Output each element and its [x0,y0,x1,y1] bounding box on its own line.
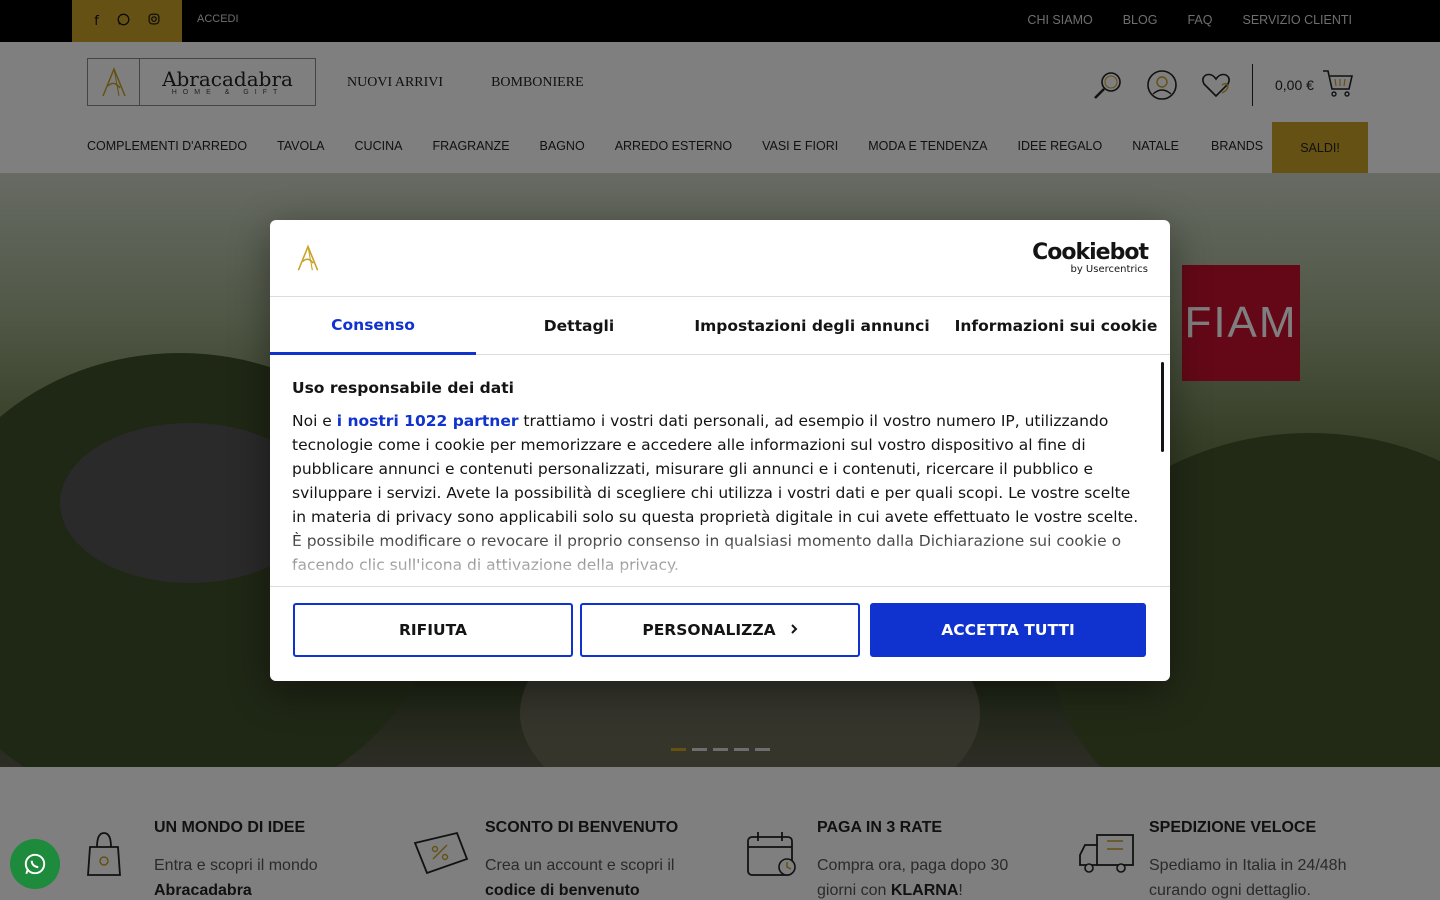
accept-all-button[interactable]: ACCETTA TUTTI [870,603,1146,657]
text-fade [270,527,1160,587]
cookie-consent-dialog: Cookiebot by Usercentrics Consenso Detta… [270,220,1170,681]
tab-about-cookies[interactable]: Informazioni sui cookie [942,297,1170,355]
dialog-heading: Uso responsabile dei dati [292,379,514,397]
cookiebot-logo[interactable]: Cookiebot by Usercentrics [1032,240,1149,276]
abracadabra-logo-icon [294,244,322,279]
dialog-header: Cookiebot by Usercentrics [270,220,1170,297]
tab-details[interactable]: Dettagli [476,297,682,355]
customize-button[interactable]: PERSONALIZZA [580,603,860,657]
whatsapp-icon [24,853,46,875]
chevron-right-icon [790,621,798,639]
dialog-tabs: Consenso Dettagli Impostazioni degli ann… [270,297,1170,355]
dialog-body[interactable]: Uso responsabile dei dati Noi e i nostri… [270,356,1170,587]
tab-consent[interactable]: Consenso [270,297,476,355]
partners-link[interactable]: i nostri 1022 partner [337,412,519,430]
cookiebot-name: Cookiebot [1032,240,1149,265]
dialog-scrollbar[interactable] [1161,362,1164,452]
whatsapp-chat-button[interactable] [10,839,60,889]
customize-label: PERSONALIZZA [642,621,776,639]
cookiebot-subtitle: by Usercentrics [1070,264,1148,275]
tab-ad-settings[interactable]: Impostazioni degli annunci [682,297,942,355]
reject-button[interactable]: RIFIUTA [293,603,573,657]
dialog-footer: RIFIUTA PERSONALIZZA ACCETTA TUTTI [270,586,1170,681]
